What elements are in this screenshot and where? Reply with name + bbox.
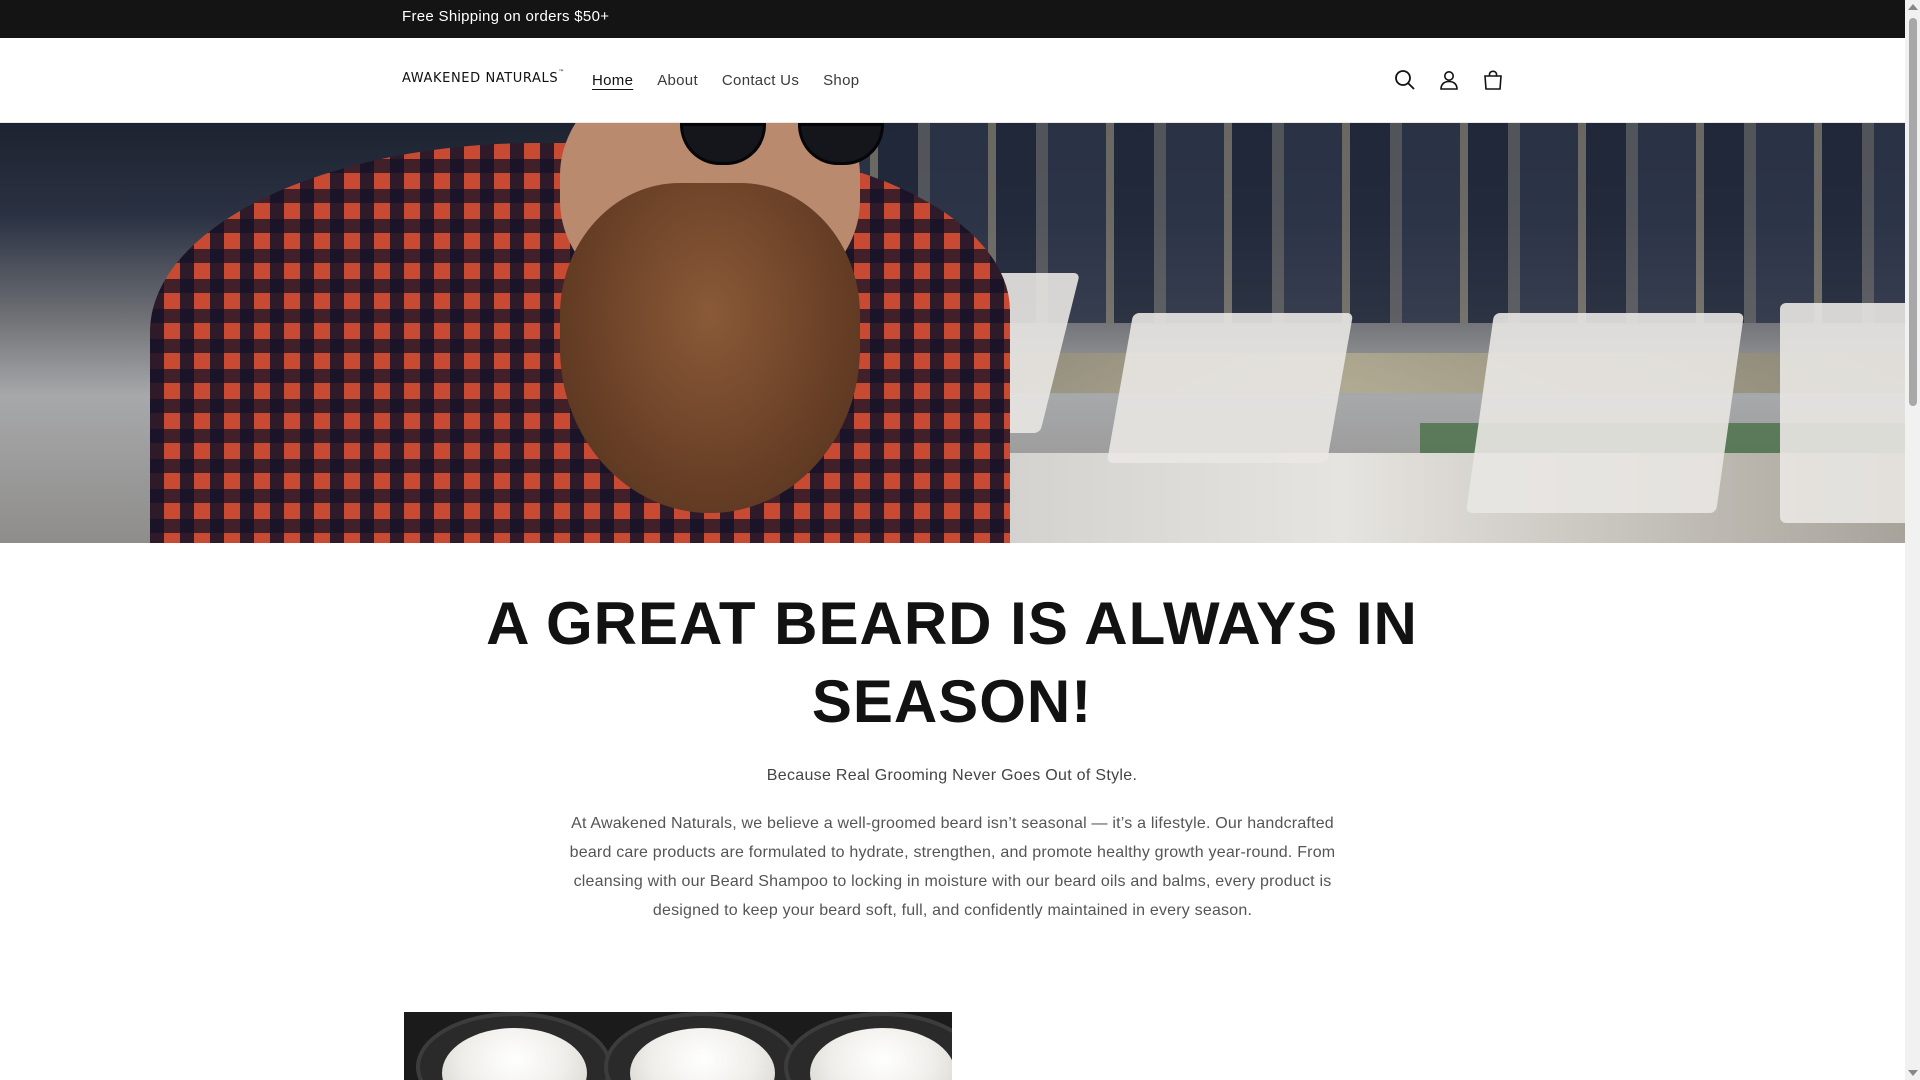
announcement-bar: Free Shipping on orders $50+ (0, 0, 1905, 38)
page: Free Shipping on orders $50+ AWAKENED NA… (0, 0, 1905, 1080)
hero-beard (560, 183, 860, 513)
logo-text: AWAKENED NATURALS (402, 71, 559, 86)
announcement-text: Free Shipping on orders $50+ (402, 8, 610, 25)
product-jar (784, 1012, 952, 1080)
account-icon[interactable] (1434, 65, 1464, 95)
page-scrollbar[interactable] (1905, 0, 1920, 1080)
scrollbar-thumb[interactable] (1909, 18, 1917, 406)
nav-contact-us[interactable]: Contact Us (710, 72, 811, 89)
cart-icon[interactable] (1478, 65, 1508, 95)
site-logo[interactable]: AWAKENED NATURALS™ (402, 69, 565, 86)
page-headline: A GREAT BEARD IS ALWAYS IN SEASON! (486, 590, 1418, 735)
nav-about[interactable]: About (645, 72, 710, 89)
product-jar (604, 1012, 800, 1080)
site-header: AWAKENED NATURALS™ Home About Contact Us… (0, 38, 1905, 123)
hero-chair (1106, 313, 1354, 463)
nav-home[interactable]: Home (580, 72, 645, 89)
page-subheading: Because Real Grooming Never Goes Out of … (766, 767, 1138, 784)
nav-shop[interactable]: Shop (811, 72, 871, 89)
hero-chair (1780, 303, 1905, 523)
hero-image (0, 123, 1905, 543)
scroll-down-arrow-icon[interactable] (1908, 1070, 1918, 1076)
main-nav: Home About Contact Us Shop (580, 72, 871, 89)
hero-chair (1465, 313, 1745, 513)
hero-sunglasses (680, 123, 884, 165)
product-jar (416, 1012, 612, 1080)
scroll-up-arrow-icon[interactable] (1908, 4, 1918, 10)
logo-trademark: ™ (558, 69, 565, 76)
search-icon[interactable] (1390, 65, 1420, 95)
page-body-text: At Awakened Naturals, we believe a well-… (569, 815, 1336, 919)
product-image (404, 1012, 952, 1080)
